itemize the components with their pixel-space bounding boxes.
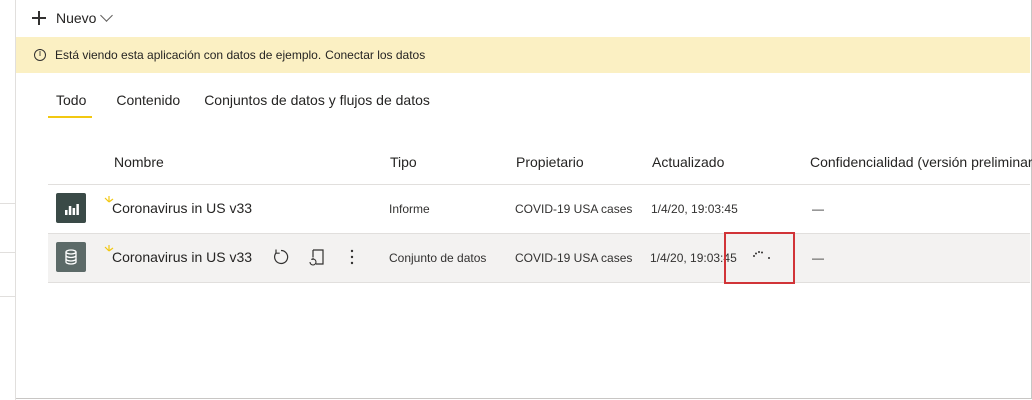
column-header-sensitivity[interactable]: Confidencialidad (versión preliminar) xyxy=(810,154,1032,170)
info-icon xyxy=(34,49,46,61)
more-options-icon[interactable] xyxy=(348,248,356,266)
tab-datasets-dataflows[interactable]: Conjuntos de datos y flujos de datos xyxy=(204,84,430,118)
item-type: Informe xyxy=(389,202,430,216)
table-header: Nombre Tipo Propietario Actualizado Conf… xyxy=(48,140,1032,185)
toolbar: Nuevo xyxy=(16,0,1030,36)
dataset-icon xyxy=(56,242,86,272)
tab-all[interactable]: Todo xyxy=(48,84,93,118)
column-header-owner[interactable]: Propietario xyxy=(516,154,584,170)
chevron-down-icon xyxy=(100,8,114,22)
item-owner: COVID-19 USA cases xyxy=(515,202,633,216)
item-name-link[interactable]: Coronavirus in US v33 xyxy=(112,200,252,216)
sample-data-banner: Está viendo esta aplicación con datos de… xyxy=(16,37,1030,73)
table-row[interactable]: Coronavirus in US v33 Conjunto de datos … xyxy=(48,234,1030,283)
schedule-refresh-icon[interactable] xyxy=(308,248,326,266)
item-sensitivity: — xyxy=(812,251,824,265)
content-tabs: Todo Contenido Conjuntos de datos y fluj… xyxy=(48,84,454,118)
item-type: Conjunto de datos xyxy=(389,251,487,265)
refresh-icon[interactable] xyxy=(272,248,290,266)
report-icon xyxy=(56,193,86,223)
item-owner: COVID-19 USA cases xyxy=(515,251,633,265)
column-header-name[interactable]: Nombre xyxy=(114,154,164,170)
column-header-type[interactable]: Tipo xyxy=(390,154,417,170)
plus-icon xyxy=(32,11,46,25)
tab-content[interactable]: Contenido xyxy=(116,84,180,118)
connect-data-link[interactable]: Conectar los datos xyxy=(325,48,425,62)
column-header-updated[interactable]: Actualizado xyxy=(652,154,724,170)
item-sensitivity: — xyxy=(812,202,824,216)
new-button-label: Nuevo xyxy=(56,10,97,26)
new-button[interactable]: Nuevo xyxy=(32,8,114,28)
item-updated: 1/4/20, 19:03:45 xyxy=(651,202,738,216)
left-nav-strip xyxy=(0,0,16,400)
item-name-link[interactable]: Coronavirus in US v33 xyxy=(112,249,252,265)
table-row[interactable]: Coronavirus in US v33 Informe COVID-19 U… xyxy=(48,185,1030,234)
banner-message: Está viendo esta aplicación con datos de… xyxy=(55,48,322,62)
refresh-status-highlight xyxy=(724,232,795,284)
